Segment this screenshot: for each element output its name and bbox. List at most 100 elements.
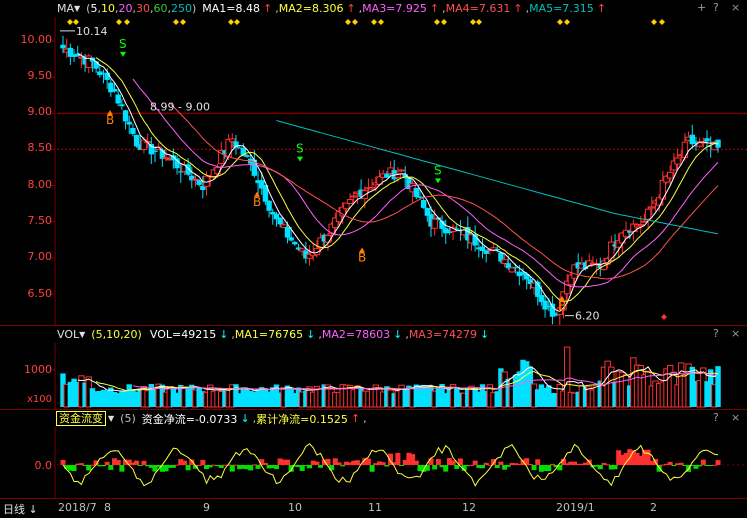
event-marker-icon <box>228 19 234 25</box>
ma5-line <box>77 53 719 312</box>
candle-body-down <box>93 61 99 69</box>
volume-axis-unit: x100 <box>26 394 52 405</box>
candle-body-down <box>292 241 298 245</box>
vol-close-button[interactable]: × <box>731 327 740 340</box>
fund-cum-flow-value: 累计净流=0.1525 <box>256 412 348 426</box>
event-marker-icon <box>557 19 563 25</box>
fund-close-button[interactable]: × <box>731 411 740 424</box>
ma-dropdown-icon[interactable]: ▼ <box>74 4 80 13</box>
fund-flow-panel[interactable]: 0.0 <box>0 427 747 498</box>
vol-help-button[interactable]: ? <box>713 327 719 340</box>
fund-flow-chart[interactable] <box>0 427 747 498</box>
ma-indicator-title[interactable]: MA <box>57 2 74 15</box>
vol-ma2-down-arrow-icon: ↓ <box>393 328 403 341</box>
fund-bar-inflow <box>181 460 187 465</box>
candle-body-down <box>244 155 250 157</box>
candle-body-up <box>667 171 674 179</box>
candle-body-down <box>152 150 158 152</box>
price-axis-label: 10.00 <box>20 33 53 46</box>
fund-bar-inflow <box>468 464 474 466</box>
candle-body-up <box>508 267 516 273</box>
fund-bar-inflow <box>365 458 371 465</box>
price-chart[interactable]: 10.14 8.99 - 9.00 6.20 B B B B S S S <box>0 17 747 325</box>
candle-body-up <box>644 208 652 220</box>
ma-period-30: 30 <box>135 2 150 15</box>
fund-bar-inflow <box>104 461 110 465</box>
close-pane-button[interactable]: × <box>731 1 740 14</box>
ma3-value: MA3=7.925 <box>362 2 427 15</box>
time-label: 2 <box>650 501 657 514</box>
fund-flow-indicator-title[interactable]: 资金流变 <box>56 411 106 426</box>
fund-bar-outflow <box>531 465 537 471</box>
fund-bar-outflow <box>229 465 235 472</box>
candle-body-down <box>126 121 132 125</box>
candle-body-down <box>284 226 291 238</box>
price-panel[interactable]: 10.14 8.99 - 9.00 6.20 B B B B S S S 10.00 9.50 9… <box>0 17 747 325</box>
time-label: 11 <box>368 501 382 514</box>
period-dropdown-icon[interactable]: ↓ <box>25 503 37 516</box>
candle-body-up <box>324 235 332 243</box>
fund-help-button[interactable]: ? <box>713 411 719 424</box>
candle-body-down <box>104 72 110 80</box>
gap-range-label: 8.99 - 9.00 <box>150 100 210 113</box>
fund-net-down-arrow-icon: ↓ <box>240 412 250 425</box>
stock-chart-window: MA ▼ ( 5, 10, 20, 30, 60, 250 ) MA1=8.48… <box>0 0 747 518</box>
ma-indicator-bar: MA ▼ ( 5, 10, 20, 30, 60, 250 ) MA1=8.48… <box>0 0 747 17</box>
fund-bar-inflow <box>472 460 478 465</box>
vol-ma3-value: MA3=74279 <box>408 328 478 341</box>
time-label: 9 <box>203 501 210 514</box>
high-price-label: 10.14 <box>76 25 108 38</box>
volume-chart[interactable] <box>0 343 747 409</box>
candle-body-up <box>350 195 357 198</box>
fund-bar-inflow <box>134 460 140 465</box>
vol-indicator-title[interactable]: VOL <box>57 328 79 341</box>
fund-bar-outflow <box>480 465 486 469</box>
buy-signal-label: B <box>358 250 366 264</box>
fund-bar-outflow <box>340 465 346 467</box>
fund-axis-zero-label: 0.0 <box>34 459 53 472</box>
ma1-value: MA1=8.48 <box>202 2 260 15</box>
period-selector[interactable]: 日线 ↓ <box>3 501 38 517</box>
volume-panel[interactable]: 1000 x100 <box>0 343 747 409</box>
event-marker-icon <box>476 19 482 25</box>
sell-arrow-icon <box>297 156 303 162</box>
time-label: 2018/7 <box>58 501 97 514</box>
fund-bar-inflow <box>483 462 489 465</box>
event-marker-icon <box>434 19 440 25</box>
time-label: 8 <box>104 501 111 514</box>
vol-value: VOL=49215 <box>149 328 217 341</box>
fund-bar-outflow <box>443 465 449 472</box>
ma1-up-arrow-icon: ↑ <box>263 2 273 15</box>
fund-bar-outflow <box>71 465 77 472</box>
candle-body-up <box>648 206 655 209</box>
sell-signal-label: S <box>434 163 442 177</box>
fund-bar-outflow <box>384 465 390 467</box>
help-button[interactable]: ? <box>713 1 719 14</box>
fund-bar-inflow <box>678 462 684 465</box>
event-marker-icon <box>659 19 665 25</box>
vol-dropdown-icon[interactable]: ▼ <box>79 330 85 339</box>
fund-bar-inflow <box>549 463 555 465</box>
buy-signal-label: B <box>558 299 566 313</box>
ma30-line <box>169 102 719 280</box>
fund-bar-outflow <box>671 465 677 467</box>
candle-body-down <box>130 127 136 134</box>
fund-bar-inflow <box>196 464 202 466</box>
event-marker-icon <box>180 19 186 25</box>
add-indicator-button[interactable]: + <box>697 1 706 14</box>
candle-body-down <box>413 187 419 197</box>
fund-bar-inflow <box>336 462 342 465</box>
ma4-up-arrow-icon: ↑ <box>513 2 523 15</box>
candle-body-down <box>148 143 155 155</box>
candle-body-down <box>288 237 294 241</box>
fund-bar-inflow <box>78 463 84 465</box>
fund-bar-inflow <box>435 459 441 465</box>
sell-signal-label: S <box>296 142 304 156</box>
time-axis: 日线 ↓ 2018/7 8 9 10 11 12 2019/1 2 <box>0 498 747 518</box>
fund-flow-dropdown-icon[interactable]: ▼ <box>108 414 114 423</box>
event-marker-icon <box>651 19 657 25</box>
candle-body-up <box>674 157 681 165</box>
sell-arrow-icon <box>435 178 441 184</box>
event-marker-icon <box>564 19 570 25</box>
event-marker-icon <box>470 19 476 25</box>
